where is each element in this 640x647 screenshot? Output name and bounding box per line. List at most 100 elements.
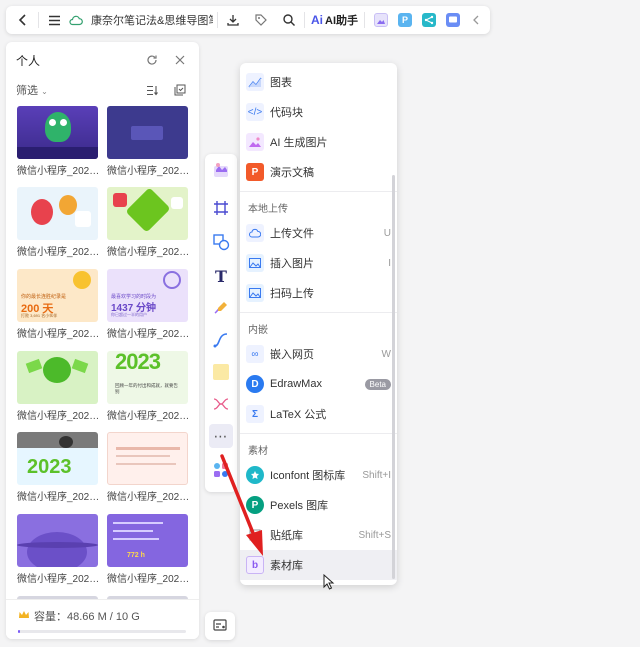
thumbnail-image: [107, 187, 188, 240]
asset-thumb[interactable]: 微信小程序_202…: [107, 187, 189, 258]
thumb-caption: 微信小程序_202…: [107, 247, 189, 258]
storage-label: 容量：48.66 M / 10 G: [34, 611, 140, 623]
mindmap-tool-icon[interactable]: [209, 392, 233, 416]
edrawmax-icon: D: [246, 375, 264, 393]
menu-item-material-library[interactable]: b 素材库: [240, 550, 397, 580]
apps-tool-icon[interactable]: [209, 458, 233, 482]
multi-select-icon[interactable]: [171, 81, 189, 99]
thumbnail-image: 2023: [17, 432, 98, 485]
code-block-icon: </>: [246, 103, 264, 121]
section-embed-heading: 内嵌: [248, 325, 268, 336]
asset-grid: 微信小程序_202… 微信小程序_202… 微信小程序_202… 微信小程序_2…: [17, 106, 189, 600]
sticky-note-tool-icon[interactable]: [209, 360, 233, 384]
menu-item-label: 扫码上传: [270, 288, 314, 300]
template-tool-icon[interactable]: [209, 158, 233, 182]
panel-title: 个人: [16, 53, 41, 68]
menu-item-insert-image[interactable]: 插入图片 I: [240, 248, 397, 278]
chat-app-icon[interactable]: [446, 13, 460, 27]
text-tool-icon[interactable]: T: [209, 264, 233, 288]
thumb-caption: 微信小程序_202…: [17, 574, 100, 585]
menu-item-label: Iconfont 图标库: [270, 470, 346, 482]
menu-item-chart[interactable]: 图表: [240, 67, 397, 97]
filter-dropdown[interactable]: 筛选 ⌄: [16, 82, 143, 98]
storage-progress-fill: [18, 630, 20, 633]
menu-item-label: EdrawMax: [270, 378, 322, 390]
bottom-panel-toggle[interactable]: [205, 612, 235, 640]
menu-item-iconfont[interactable]: Iconfont 图标库 Shift+I: [240, 460, 397, 490]
menu-item-scan-upload[interactable]: 扫码上传: [240, 278, 397, 308]
shortcut-hint: W: [381, 348, 391, 360]
menu-item-ai-image[interactable]: AI 生成图片: [240, 127, 397, 157]
collapse-chevron-icon[interactable]: [465, 9, 487, 31]
asset-thumb[interactable]: 微信小程序_202…: [107, 106, 189, 177]
tag-icon[interactable]: [250, 9, 272, 31]
upload-file-icon: [246, 224, 264, 242]
ai-assistant-label: AI助手: [325, 15, 358, 27]
asset-thumb[interactable]: 微信小程序_202…: [17, 514, 100, 585]
thumbnail-image: [17, 106, 98, 159]
iconfont-icon: [246, 466, 264, 484]
menu-item-edrawmax[interactable]: D EdrawMax Beta: [240, 369, 397, 399]
divider: [304, 12, 305, 28]
thumb-text: 772 h: [127, 552, 145, 559]
shape-tool-icon[interactable]: [209, 230, 233, 254]
thumb-text: 回顾一年的付出和成就，就要告别: [115, 383, 178, 394]
menu-item-presentation[interactable]: P 演示文稿: [240, 157, 397, 187]
document-title[interactable]: 康奈尔笔记法&思维导图笔…: [91, 12, 213, 28]
thumb-text: 你的最长连胜纪录是: [21, 294, 67, 300]
insert-menu: 图表 </> 代码块 AI 生成图片 P 演示文稿 本地上传 上传文件 U 插入…: [240, 63, 397, 585]
thumbnail-image: 最喜欢学习的时段为 1437 分钟 你已超过一半的用户: [107, 269, 188, 322]
menu-icon[interactable]: [43, 9, 65, 31]
sort-icon[interactable]: [143, 81, 161, 99]
asset-thumb[interactable]: 微信小程序_202…: [107, 432, 189, 503]
thumb-decoration: 2023: [27, 456, 72, 478]
presentation-icon: P: [246, 163, 264, 181]
menu-item-sticker[interactable]: 贴纸库 Shift+S: [240, 520, 397, 550]
frame-tool-icon[interactable]: [209, 196, 233, 220]
thumbnail-image: 你的最长连胜纪录是 200 天 打败 3,691 名小伙伴: [17, 269, 98, 322]
thumb-caption: 微信小程序_202…: [17, 411, 100, 422]
library-panel: 个人 筛选 ⌄ 微信小程序_202… 微信小程序_202… 微信小程序_202……: [6, 42, 199, 639]
menu-item-label: 演示文稿: [270, 167, 314, 179]
more-tools-icon[interactable]: ⋯: [209, 424, 233, 448]
share-app-icon[interactable]: [422, 13, 436, 27]
refresh-icon[interactable]: [143, 51, 161, 69]
menu-item-label: 图表: [270, 77, 292, 89]
asset-thumb[interactable]: 微信小程序_202…: [17, 351, 100, 422]
thumb-caption: 微信小程序_202…: [107, 574, 189, 585]
thumb-caption: 微信小程序_202…: [107, 492, 189, 503]
asset-thumb[interactable]: 最喜欢学习的时段为 1437 分钟 你已超过一半的用户 微信小程序_202…: [107, 269, 189, 340]
thumbnail-image: [107, 106, 188, 159]
menu-scrollbar[interactable]: [392, 175, 395, 579]
ai-logo-icon: Ai: [311, 13, 323, 27]
menu-item-latex[interactable]: Σ LaTeX 公式: [240, 399, 397, 429]
menu-item-pexels[interactable]: P Pexels 图库: [240, 490, 397, 520]
pexels-icon: P: [246, 496, 264, 514]
download-icon[interactable]: [222, 9, 244, 31]
material-library-icon: b: [246, 556, 264, 574]
back-icon[interactable]: [12, 9, 34, 31]
asset-thumb[interactable]: 772 h 微信小程序_202…: [107, 514, 189, 585]
asset-thumb[interactable]: 2023 微信小程序_202…: [17, 432, 99, 503]
thumbnail-image: [17, 187, 98, 240]
close-icon[interactable]: [171, 51, 189, 69]
thumb-caption: 微信小程序_202…: [107, 411, 189, 422]
menu-item-upload-file[interactable]: 上传文件 U: [240, 218, 397, 248]
sticker-icon: [246, 526, 264, 544]
connector-tool-icon[interactable]: [209, 328, 233, 352]
menu-item-embed-web[interactable]: ∞ 嵌入网页 W: [240, 339, 397, 369]
ai-assistant-button[interactable]: Ai AI助手: [311, 12, 358, 28]
p-app-icon[interactable]: P: [398, 13, 412, 27]
image-app-icon[interactable]: [374, 13, 388, 27]
thumb-caption: 微信小程序_202…: [17, 247, 100, 258]
divider: [240, 433, 397, 434]
asset-thumb[interactable]: 2023 回顾一年的付出和成就，就要告别 微信小程序_202…: [107, 351, 189, 422]
pen-tool-icon[interactable]: [209, 296, 233, 320]
search-icon[interactable]: [278, 9, 300, 31]
asset-thumb[interactable]: 微信小程序_202…: [17, 187, 100, 258]
thumb-text: 打败 3,691 名小伙伴: [21, 313, 58, 318]
asset-thumb[interactable]: 微信小程序_202…: [17, 106, 99, 177]
asset-thumb[interactable]: 你的最长连胜纪录是 200 天 打败 3,691 名小伙伴 微信小程序_202…: [17, 269, 99, 340]
menu-item-code-block[interactable]: </> 代码块: [240, 97, 397, 127]
latex-icon: Σ: [246, 405, 264, 423]
